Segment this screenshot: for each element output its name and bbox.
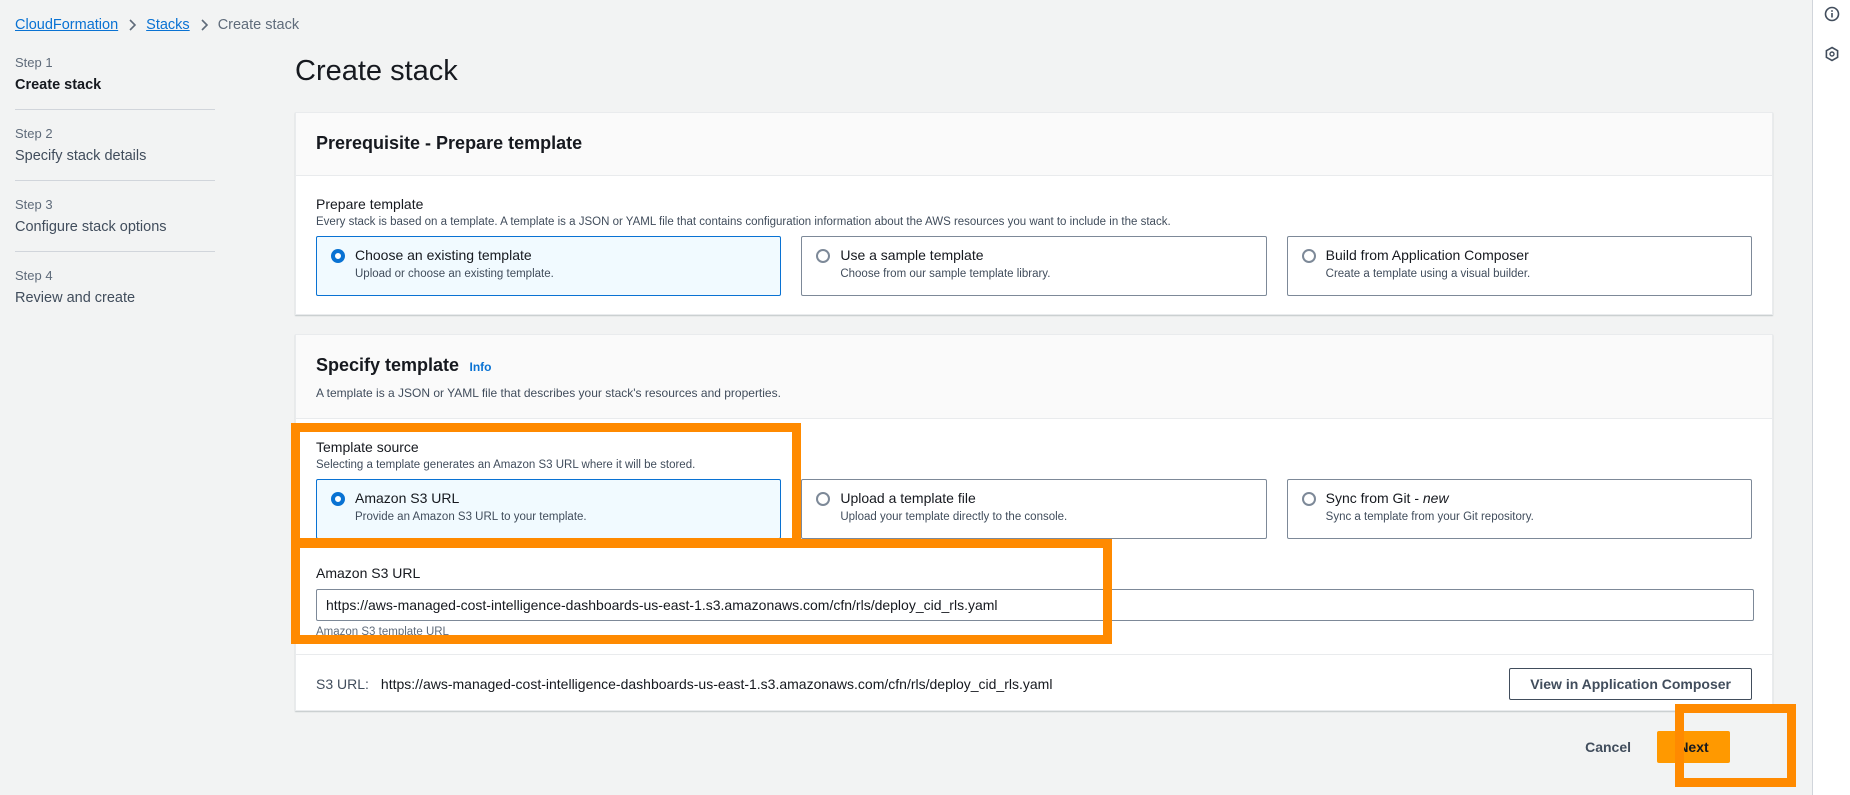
tile-upload-template-file[interactable]: Upload a template file Upload your templ…: [801, 479, 1267, 539]
specify-template-container: Specify template Info A template is a JS…: [295, 334, 1773, 711]
breadcrumb: CloudFormation Stacks Create stack: [15, 15, 299, 35]
step-number: Step 1: [15, 55, 53, 70]
step-number: Step 3: [15, 197, 53, 212]
s3-url-footer-label: S3 URL:: [316, 675, 369, 692]
step-2: Step 2 Specify stack details: [15, 126, 215, 181]
s3-url-label: Amazon S3 URL: [316, 565, 421, 581]
tile-title-main: Sync from Git -: [1325, 490, 1423, 506]
prerequisite-header: Prerequisite - Prepare template: [296, 113, 1772, 176]
info-icon[interactable]: [1824, 6, 1840, 22]
next-button[interactable]: Next: [1657, 731, 1730, 763]
s3-url-constraint: Amazon S3 template URL: [316, 626, 449, 638]
template-source-tiles: Amazon S3 URL Provide an Amazon S3 URL t…: [316, 479, 1752, 539]
step-1: Step 1 Create stack: [15, 55, 215, 110]
prepare-template-description: Every stack is based on a template. A te…: [316, 216, 1171, 228]
tile-description: Create a template using a visual builder…: [1325, 268, 1531, 280]
chevron-right-icon: [198, 19, 210, 31]
tile-amazon-s3-url[interactable]: Amazon S3 URL Provide an Amazon S3 URL t…: [316, 479, 782, 539]
prerequisite-body: Prepare template Every stack is based on…: [296, 176, 1772, 296]
prerequisite-container: Prerequisite - Prepare template Prepare …: [295, 112, 1773, 315]
specify-template-body: Template source Selecting a template gen…: [296, 419, 1772, 638]
s3-url-field: Amazon S3 URL Amazon S3 template URL: [316, 565, 1754, 638]
step-number: Step 2: [15, 126, 53, 141]
tile-title: Use a sample template: [840, 247, 984, 263]
s3-url-footer: S3 URL: https://aws-managed-cost-intelli…: [296, 654, 1772, 712]
cancel-button[interactable]: Cancel: [1577, 739, 1639, 755]
form-actions: Cancel Next: [1577, 731, 1730, 763]
step-name: Specify stack details: [15, 148, 147, 164]
tile-title: Sync from Git - new: [1326, 490, 1534, 506]
radio-icon[interactable]: [1301, 492, 1316, 506]
breadcrumb-current: Create stack: [217, 17, 300, 33]
breadcrumb-cloudformation[interactable]: CloudFormation: [15, 17, 118, 33]
tile-title-new: new: [1422, 490, 1449, 506]
tile-description: Upload or choose an existing template.: [355, 268, 554, 280]
prepare-template-label: Prepare template: [316, 196, 424, 212]
step-number: Step 4: [15, 268, 53, 283]
tile-description: Sync a template from your Git repository…: [1325, 511, 1534, 523]
prerequisite-title: Prerequisite - Prepare template: [316, 133, 583, 153]
tile-description: Upload your template directly to the con…: [840, 511, 1068, 523]
step-4: Step 4 Review and create: [15, 268, 215, 322]
s3-url-input[interactable]: [316, 589, 1754, 621]
radio-icon[interactable]: [816, 249, 831, 263]
tile-title: Amazon S3 URL: [355, 490, 460, 506]
prepare-template-tiles: Choose an existing template Upload or ch…: [316, 236, 1752, 296]
specify-template-title: Specify template: [316, 355, 460, 375]
tile-choose-existing-template[interactable]: Choose an existing template Upload or ch…: [316, 236, 782, 296]
tile-title: Build from Application Composer: [1325, 247, 1529, 263]
view-in-application-composer-button[interactable]: View in Application Composer: [1509, 667, 1752, 700]
s3-url-footer-value: https://aws-managed-cost-intelligence-da…: [380, 675, 1053, 692]
radio-icon[interactable]: [816, 492, 831, 506]
radio-icon[interactable]: [1301, 249, 1316, 263]
tile-sync-from-git[interactable]: Sync from Git - new Sync a template from…: [1286, 479, 1752, 539]
tile-title: Upload a template file: [840, 490, 976, 506]
tile-description: Provide an Amazon S3 URL to your templat…: [355, 511, 587, 523]
step-name: Configure stack options: [15, 219, 167, 235]
specify-template-description: A template is a JSON or YAML file that d…: [316, 386, 781, 400]
right-rail: [1812, 0, 1850, 795]
radio-selected-icon[interactable]: [331, 492, 345, 506]
template-source-label: Template source: [316, 439, 419, 455]
page-title: Create stack: [295, 55, 458, 87]
chevron-right-icon: [126, 19, 138, 31]
tile-title: Choose an existing template: [355, 247, 532, 263]
tile-description: Choose from our sample template library.: [840, 268, 1051, 280]
info-link[interactable]: Info: [470, 360, 492, 374]
wizard-steps: Step 1 Create stack Step 2 Specify stack…: [15, 55, 215, 338]
template-source-description: Selecting a template generates an Amazon…: [316, 459, 696, 471]
feedback-icon[interactable]: [1824, 46, 1840, 62]
step-name: Review and create: [15, 290, 136, 306]
step-name: Create stack: [15, 77, 102, 93]
tile-build-from-application-composer[interactable]: Build from Application Composer Create a…: [1286, 236, 1752, 296]
step-3: Step 3 Configure stack options: [15, 197, 215, 252]
specify-template-header: Specify template Info A template is a JS…: [296, 335, 1772, 419]
tile-use-sample-template[interactable]: Use a sample template Choose from our sa…: [801, 236, 1267, 296]
breadcrumb-stacks[interactable]: Stacks: [146, 17, 190, 33]
radio-selected-icon[interactable]: [331, 249, 345, 263]
